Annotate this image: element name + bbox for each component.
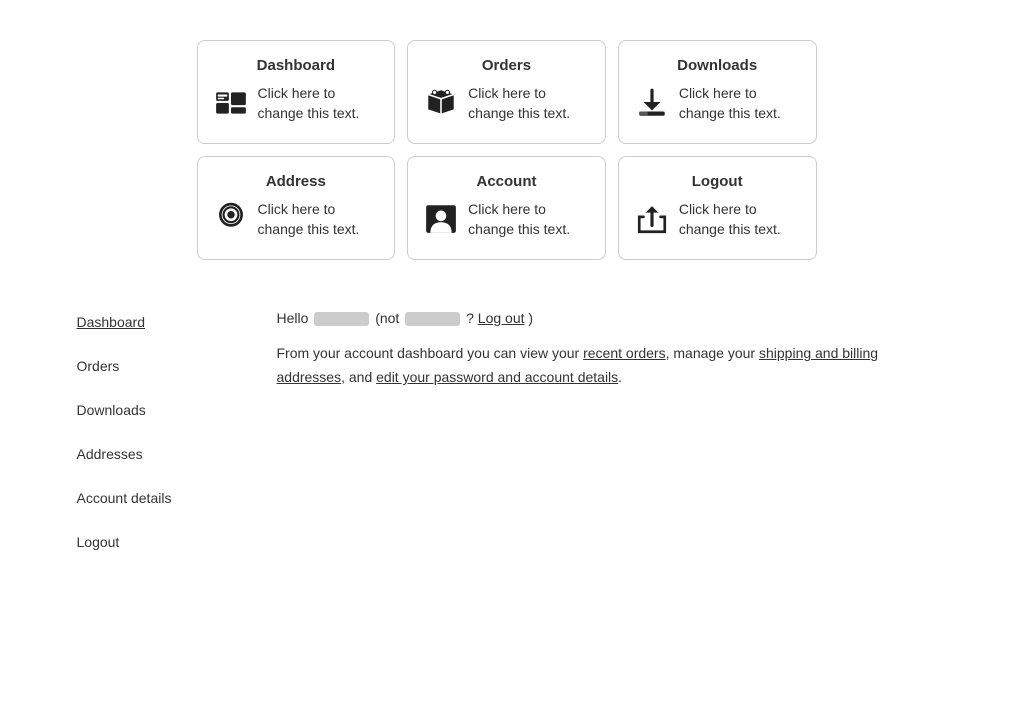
card-text-orders: Click here to change this text. bbox=[468, 84, 589, 123]
card-logout[interactable]: Logout Click here to change this text. bbox=[618, 156, 817, 260]
orders-icon bbox=[424, 86, 458, 127]
hello-text: Hello bbox=[277, 310, 313, 326]
account-icon bbox=[424, 202, 458, 243]
card-title-orders: Orders bbox=[424, 57, 589, 74]
bottom-section: DashboardOrdersDownloadsAddressesAccount… bbox=[57, 290, 957, 574]
logout-link[interactable]: Log out bbox=[478, 310, 525, 326]
nav-item-orders[interactable]: Orders bbox=[77, 344, 237, 388]
card-title-address: Address bbox=[214, 173, 379, 190]
card-text-dashboard: Click here to change this text. bbox=[258, 84, 379, 123]
card-text-logout: Click here to change this text. bbox=[679, 200, 800, 239]
card-body-dashboard: Click here to change this text. bbox=[214, 84, 379, 127]
card-account[interactable]: Account Click here to change this text. bbox=[407, 156, 606, 260]
hello-question: ? bbox=[466, 310, 478, 326]
card-text-account: Click here to change this text. bbox=[468, 200, 589, 239]
card-address[interactable]: Address Click here to change this text. bbox=[197, 156, 396, 260]
card-body-logout: Click here to change this text. bbox=[635, 200, 800, 243]
hello-close: ) bbox=[528, 310, 533, 326]
hello-line: Hello (not ? Log out ) bbox=[277, 310, 937, 326]
sidebar-nav: DashboardOrdersDownloadsAddressesAccount… bbox=[77, 300, 237, 564]
card-body-address: Click here to change this text. bbox=[214, 200, 379, 243]
card-title-downloads: Downloads bbox=[635, 57, 800, 74]
card-orders[interactable]: Orders Click here to change this text. bbox=[407, 40, 606, 144]
username2-redacted bbox=[405, 312, 460, 326]
card-text-downloads: Click here to change this text. bbox=[679, 84, 800, 123]
nav-item-account-details[interactable]: Account details bbox=[77, 476, 237, 520]
main-content: Hello (not ? Log out ) From your account… bbox=[277, 300, 937, 564]
logout-icon bbox=[635, 202, 669, 243]
username-redacted bbox=[314, 312, 369, 326]
downloads-icon bbox=[635, 86, 669, 127]
recent-orders-link[interactable]: recent orders bbox=[583, 345, 665, 361]
card-body-account: Click here to change this text. bbox=[424, 200, 589, 243]
nav-item-addresses[interactable]: Addresses bbox=[77, 432, 237, 476]
card-downloads[interactable]: Downloads Click here to change this text… bbox=[618, 40, 817, 144]
hello-not: (not bbox=[375, 310, 403, 326]
card-dashboard[interactable]: Dashboard Click here to change this text… bbox=[197, 40, 396, 144]
card-body-orders: Click here to change this text. bbox=[424, 84, 589, 127]
account-description: From your account dashboard you can view… bbox=[277, 342, 937, 390]
address-icon bbox=[214, 202, 248, 243]
card-text-address: Click here to change this text. bbox=[258, 200, 379, 239]
nav-item-logout[interactable]: Logout bbox=[77, 520, 237, 564]
card-title-account: Account bbox=[424, 173, 589, 190]
nav-item-dashboard[interactable]: Dashboard bbox=[77, 300, 237, 344]
cards-grid: Dashboard Click here to change this text… bbox=[197, 40, 817, 260]
dashboard-icon bbox=[214, 86, 248, 127]
account-details-link[interactable]: edit your password and account details bbox=[376, 369, 618, 385]
nav-item-downloads[interactable]: Downloads bbox=[77, 388, 237, 432]
card-title-logout: Logout bbox=[635, 173, 800, 190]
card-title-dashboard: Dashboard bbox=[214, 57, 379, 74]
card-body-downloads: Click here to change this text. bbox=[635, 84, 800, 127]
